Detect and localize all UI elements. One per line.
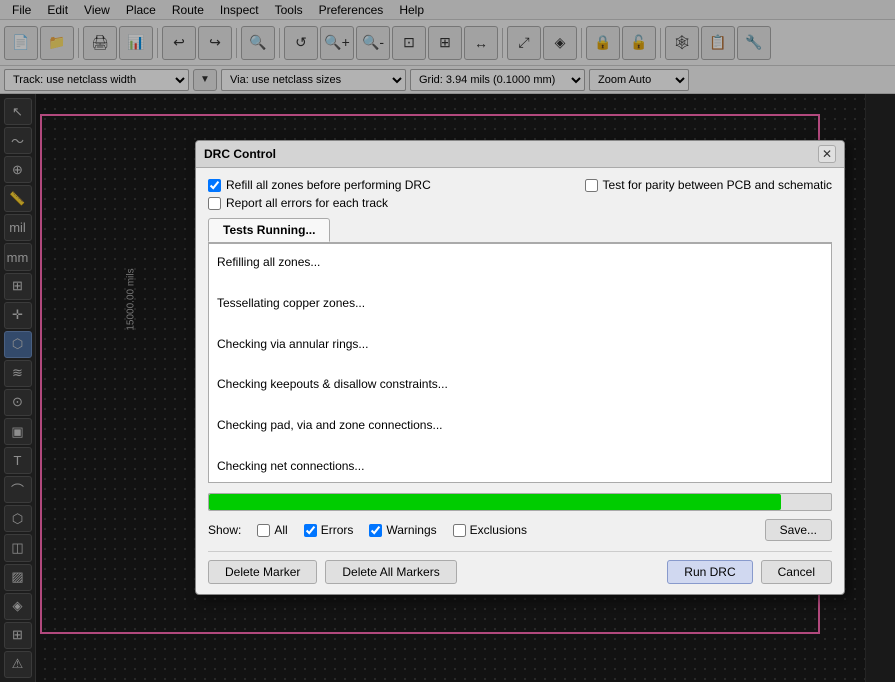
log-line-5: Checking pad, via and zone connections..… [217,415,823,435]
show-errors-checkbox[interactable] [304,524,317,537]
refill-zones-checkbox[interactable] [208,179,221,192]
dialog-body: Refill all zones before performing DRC R… [196,168,844,594]
log-line-1: Refilling all zones... [217,252,823,272]
report-errors-checkbox[interactable] [208,197,221,210]
show-label: Show: [208,523,241,537]
show-all-checkbox[interactable] [257,524,270,537]
dialog-close-button[interactable]: ✕ [818,145,836,163]
report-errors-option[interactable]: Report all errors for each track [208,196,431,210]
options-right: Test for parity between PCB and schemati… [585,178,832,192]
show-exclusions-checkbox[interactable] [453,524,466,537]
log-area[interactable]: Refilling all zones... Tessellating copp… [208,243,832,483]
log-line-6: Checking net connections... [217,456,823,476]
dialog-titlebar: DRC Control ✕ [196,141,844,168]
options-row: Refill all zones before performing DRC R… [208,178,832,210]
delete-marker-button[interactable]: Delete Marker [208,560,317,584]
action-row: Delete Marker Delete All Markers Run DRC… [208,551,832,584]
show-all-option[interactable]: All [257,523,287,537]
dialog-title: DRC Control [204,147,276,161]
tab-tests-running[interactable]: Tests Running... [208,218,330,242]
show-row: Show: All Errors Warnings Exclusions Sav… [208,519,832,541]
save-button[interactable]: Save... [765,519,832,541]
show-warnings-option[interactable]: Warnings [369,523,436,537]
cancel-button[interactable]: Cancel [761,560,832,584]
options-left: Refill all zones before performing DRC R… [208,178,431,210]
run-drc-button[interactable]: Run DRC [667,560,752,584]
tab-bar: Tests Running... [208,218,832,243]
show-exclusions-option[interactable]: Exclusions [453,523,527,537]
test-parity-option[interactable]: Test for parity between PCB and schemati… [585,178,832,192]
drc-dialog: DRC Control ✕ Refill all zones before pe… [195,140,845,595]
show-warnings-checkbox[interactable] [369,524,382,537]
show-errors-option[interactable]: Errors [304,523,354,537]
log-line-2: Tessellating copper zones... [217,293,823,313]
test-parity-checkbox[interactable] [585,179,598,192]
log-line-4: Checking keepouts & disallow constraints… [217,374,823,394]
delete-all-markers-button[interactable]: Delete All Markers [325,560,456,584]
log-line-3: Checking via annular rings... [217,334,823,354]
progress-bar [209,494,781,510]
progress-container [208,493,832,511]
refill-zones-option[interactable]: Refill all zones before performing DRC [208,178,431,192]
